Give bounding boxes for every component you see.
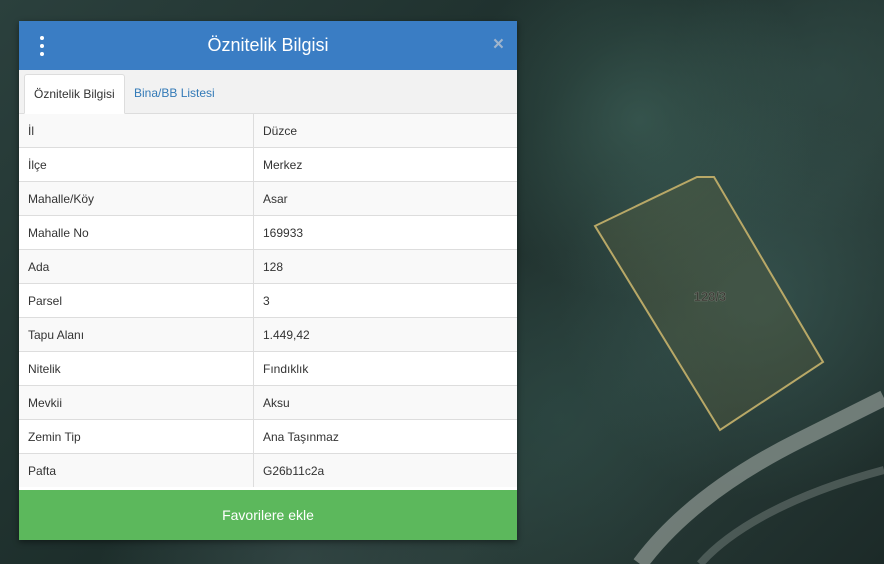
- attribute-key: Mahalle/Köy: [19, 181, 254, 216]
- attribute-value: 1.449,42: [253, 317, 517, 352]
- attribute-value: Asar: [253, 181, 517, 216]
- attribute-value: Düzce: [253, 114, 517, 148]
- attribute-key: Ada: [19, 249, 254, 284]
- tab-building-list[interactable]: Bina/BB Listesi: [134, 74, 215, 112]
- attribute-value: Merkez: [253, 147, 517, 182]
- table-row: Mahalle/Köy Asar: [19, 181, 517, 216]
- panel-header: Öznitelik Bilgisi ×: [19, 21, 517, 70]
- table-row: İl Düzce: [19, 114, 517, 148]
- table-row: Mevkii Aksu: [19, 385, 517, 420]
- attribute-key: Zemin Tip: [19, 419, 254, 454]
- attribute-value: Aksu: [253, 385, 517, 420]
- tab-bar: Öznitelik Bilgisi Bina/BB Listesi: [19, 70, 517, 114]
- table-row: Ada 128: [19, 249, 517, 284]
- attribute-value: Fındıklık: [253, 351, 517, 386]
- table-row: Nitelik Fındıklık: [19, 351, 517, 386]
- table-row: Zemin Tip Ana Taşınmaz: [19, 419, 517, 454]
- panel-title: Öznitelik Bilgisi: [207, 35, 329, 55]
- table-row: Parsel 3: [19, 283, 517, 318]
- vertical-dots-icon[interactable]: [37, 36, 47, 56]
- attribute-value: 3: [253, 283, 517, 318]
- attribute-key: Mevkii: [19, 385, 254, 420]
- tab-attribute-info[interactable]: Öznitelik Bilgisi: [24, 74, 125, 114]
- attribute-key: Parsel: [19, 283, 254, 318]
- table-row: Pafta G26b11c2a: [19, 453, 517, 487]
- attribute-value: 128: [253, 249, 517, 284]
- parcel-label: 128/3: [694, 289, 727, 304]
- table-row: Tapu Alanı 1.449,42: [19, 317, 517, 352]
- add-favorite-button[interactable]: Favorilere ekle: [19, 490, 517, 540]
- attribute-value: Ana Taşınmaz: [253, 419, 517, 454]
- attribute-key: İl: [19, 114, 254, 148]
- close-icon[interactable]: ×: [493, 35, 504, 55]
- attribute-table: İl Düzce İlçe Merkez Mahalle/Köy Asar Ma…: [19, 114, 517, 487]
- attribute-key: Pafta: [19, 453, 254, 487]
- attribute-key: Nitelik: [19, 351, 254, 386]
- attribute-panel: Öznitelik Bilgisi × Öznitelik Bilgisi Bi…: [19, 21, 517, 540]
- attribute-key: Mahalle No: [19, 215, 254, 250]
- attribute-value: 169933: [253, 215, 517, 250]
- attribute-value: G26b11c2a: [253, 453, 517, 487]
- attribute-key: İlçe: [19, 147, 254, 182]
- table-row: İlçe Merkez: [19, 147, 517, 182]
- table-row: Mahalle No 169933: [19, 215, 517, 250]
- attribute-key: Tapu Alanı: [19, 317, 254, 352]
